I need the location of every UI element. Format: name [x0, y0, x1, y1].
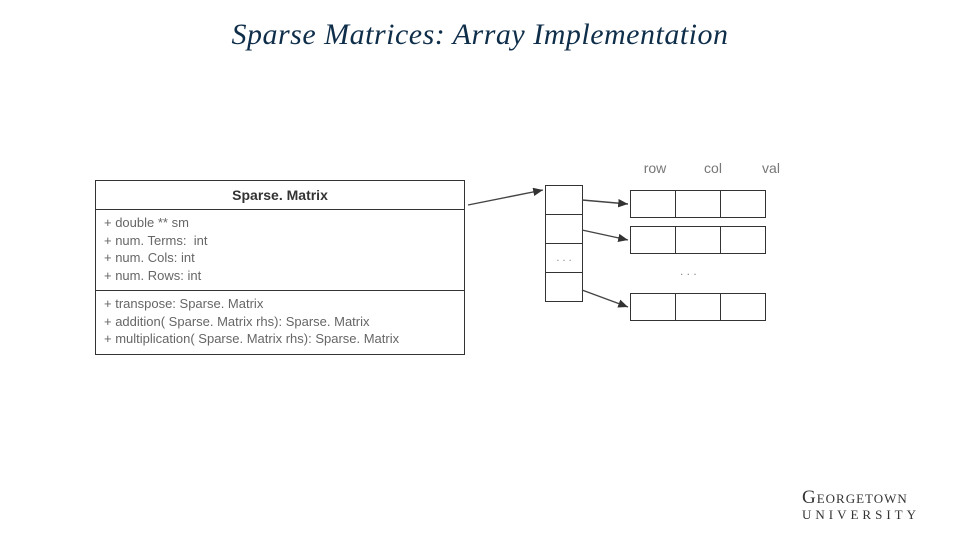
uml-attr: + num. Rows: int	[104, 267, 456, 285]
header-val: val	[751, 160, 791, 176]
triple-cell	[720, 293, 766, 321]
logo-line2: UNIVERSITY	[802, 508, 920, 522]
uml-class-box: Sparse. Matrix + double ** sm + num. Ter…	[95, 180, 465, 355]
uml-class-name: Sparse. Matrix	[96, 181, 464, 209]
pointer-array: . . .	[545, 185, 583, 301]
triple-cell	[630, 190, 676, 218]
header-row: row	[635, 160, 675, 176]
uml-attr: + num. Terms: int	[104, 232, 456, 250]
array-cell	[545, 185, 583, 215]
triple-ellipsis: . . .	[680, 264, 697, 278]
uml-op: + addition( Sparse. Matrix rhs): Sparse.…	[104, 313, 456, 331]
uml-op: + multiplication( Sparse. Matrix rhs): S…	[104, 330, 456, 348]
triple-row	[630, 293, 766, 321]
array-cell	[545, 214, 583, 244]
array-cell	[545, 272, 583, 302]
uml-attr: + double ** sm	[104, 214, 456, 232]
triple-cell	[630, 226, 676, 254]
triple-cell	[630, 293, 676, 321]
triple-row	[630, 190, 766, 218]
triple-cell	[720, 190, 766, 218]
slide-title: Sparse Matrices: Array Implementation	[0, 18, 960, 52]
triple-row	[630, 226, 766, 254]
triple-cell	[675, 190, 721, 218]
array-ellipsis: . . .	[545, 243, 583, 273]
triple-cell	[675, 226, 721, 254]
georgetown-logo: Georgetown UNIVERSITY	[802, 488, 920, 522]
triple-cell	[675, 293, 721, 321]
uml-op: + transpose: Sparse. Matrix	[104, 295, 456, 313]
uml-attr: + num. Cols: int	[104, 249, 456, 267]
logo-line1: Georgetown	[802, 488, 920, 508]
uml-attributes: + double ** sm + num. Terms: int + num. …	[96, 209, 464, 290]
triple-cell	[720, 226, 766, 254]
triple-header: row col val	[635, 160, 791, 176]
uml-operations: + transpose: Sparse. Matrix + addition( …	[96, 290, 464, 354]
header-col: col	[693, 160, 733, 176]
